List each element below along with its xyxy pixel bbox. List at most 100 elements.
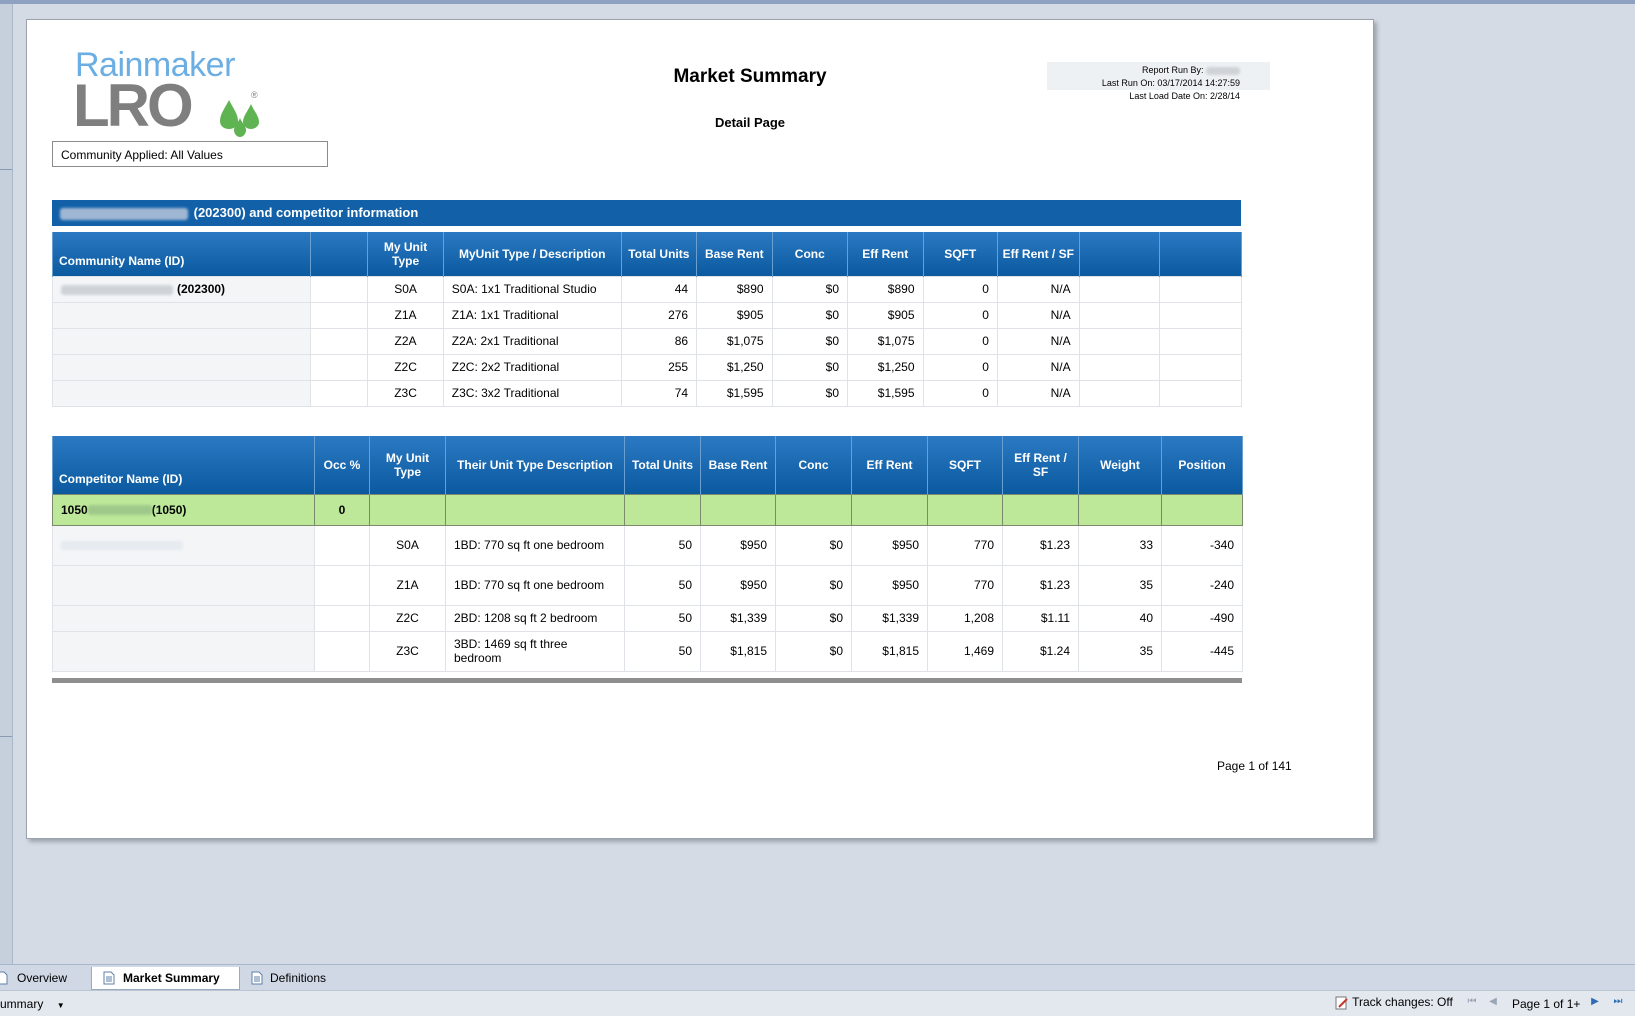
tab-market-summary[interactable]: Market Summary bbox=[91, 967, 240, 990]
tab-overview[interactable]: Overview bbox=[0, 967, 88, 989]
table-cell: S0A bbox=[367, 275, 444, 303]
table-cell: Z2A: 2x1 Traditional bbox=[442, 327, 622, 355]
table-cell: Z2A bbox=[367, 327, 444, 355]
competitor-table-header: Competitor Name (ID) Occ % My Unit Type … bbox=[52, 436, 1243, 494]
table-cell bbox=[310, 353, 369, 381]
run-by-label: Report Run By: bbox=[1141, 65, 1204, 75]
occ-value: 0 bbox=[314, 493, 370, 526]
report-subtitle: Detail Page bbox=[714, 115, 786, 130]
table-cell: Z1A bbox=[369, 564, 446, 606]
table-cell: $905 bbox=[696, 301, 773, 329]
page-icon bbox=[0, 971, 8, 985]
water-drops-icon bbox=[220, 100, 259, 137]
competitor-table: Competitor Name (ID) Occ % My Unit Type … bbox=[52, 436, 1243, 672]
table-cell: 33 bbox=[1078, 524, 1162, 566]
tab-definitions[interactable]: Definitions bbox=[242, 967, 342, 989]
table-cell: $905 bbox=[847, 301, 924, 329]
competitor-name-cell[interactable]: 1050 (1050) bbox=[52, 493, 315, 526]
table-cell bbox=[369, 493, 446, 526]
table-cell bbox=[775, 493, 852, 526]
table-cell bbox=[314, 630, 370, 672]
community-table: Community Name (ID) My Unit Type MyUnit … bbox=[51, 232, 1242, 407]
report-page: Rainmaker LRO ® Market Summary Detail Pa… bbox=[26, 19, 1374, 839]
table-cell bbox=[52, 630, 315, 672]
next-page-icon[interactable]: ▶ bbox=[1589, 995, 1601, 1009]
table-cell: -340 bbox=[1161, 524, 1243, 566]
table-cell bbox=[1159, 275, 1242, 303]
table-cell: Z2C bbox=[367, 353, 444, 381]
table-cell: 35 bbox=[1078, 564, 1162, 606]
table-cell: Z2C: 2x2 Traditional bbox=[442, 353, 622, 381]
table-cell: $1.23 bbox=[1002, 564, 1079, 606]
table-cell: $0 bbox=[771, 301, 849, 329]
table-cell: $1.23 bbox=[1002, 524, 1079, 566]
table-cell bbox=[1078, 353, 1161, 381]
table-cell bbox=[1161, 493, 1243, 526]
top-strip bbox=[0, 0, 1635, 4]
col-unit-description: MyUnit Type / Description bbox=[442, 232, 622, 276]
table-cell: 1BD: 770 sq ft one bedroom bbox=[445, 564, 625, 606]
first-page-icon[interactable]: ⏮ bbox=[1466, 995, 1478, 1009]
col-eff-rent-sf: Eff Rent / SF bbox=[996, 232, 1080, 276]
col-conc: Conc bbox=[771, 232, 849, 276]
col-eff-rent-sf: Eff Rent / SF bbox=[1002, 436, 1079, 494]
table-cell bbox=[1002, 493, 1079, 526]
col-base-rent: Base Rent bbox=[696, 232, 773, 276]
table-cell: 0 bbox=[922, 327, 998, 355]
col-sqft: SQFT bbox=[922, 232, 998, 276]
chevron-down-icon: ▼ bbox=[56, 1001, 65, 1010]
table-cell: Z3C: 3x2 Traditional bbox=[442, 379, 622, 407]
report-title: Market Summary bbox=[673, 66, 827, 87]
table-cell: 0 bbox=[922, 275, 998, 303]
competitor-name-redacted bbox=[61, 541, 183, 551]
col-my-unit-type: My Unit Type bbox=[369, 436, 446, 494]
table-row: Z1A Z1A: 1x1 Traditional 276 $905 $0 $90… bbox=[51, 301, 1242, 329]
table-cell: N/A bbox=[996, 327, 1080, 355]
logo-text-bottom: LRO bbox=[73, 72, 194, 139]
table-cell bbox=[1159, 379, 1242, 407]
table-cell: 0 bbox=[922, 301, 998, 329]
table-cell bbox=[1078, 379, 1161, 407]
previous-page-icon[interactable]: ◀ bbox=[1487, 995, 1499, 1009]
table-cell: $0 bbox=[775, 604, 852, 632]
last-page-icon[interactable]: ⏭ bbox=[1612, 995, 1624, 1009]
left-pane-mark bbox=[0, 736, 12, 737]
table-cell: 1BD: 770 sq ft one bedroom bbox=[445, 524, 625, 566]
col-their-unit-description: Their Unit Type Description bbox=[445, 436, 625, 494]
left-pane-edge[interactable] bbox=[0, 4, 13, 964]
table-cell bbox=[445, 493, 625, 526]
table-cell: 40 bbox=[1078, 604, 1162, 632]
table-cell: $0 bbox=[771, 353, 849, 381]
table-cell bbox=[52, 564, 315, 606]
table-cell: $0 bbox=[775, 524, 852, 566]
table-cell: $950 bbox=[851, 524, 928, 566]
table-row: Z3C Z3C: 3x2 Traditional 74 $1,595 $0 $1… bbox=[51, 379, 1242, 407]
view-selector-label: ummary bbox=[0, 997, 44, 1011]
table-cell bbox=[1078, 327, 1161, 355]
table-cell bbox=[51, 379, 312, 407]
community-name-cell: (202300) bbox=[51, 275, 312, 303]
col-position: Position bbox=[1161, 436, 1243, 494]
col-community-name: Community Name (ID) bbox=[51, 232, 312, 276]
competitor-id-prefix: 1050 bbox=[61, 502, 88, 517]
table-row: Z1A 1BD: 770 sq ft one bedroom 50 $950 $… bbox=[52, 564, 1243, 606]
view-selector[interactable]: ummary ▼ bbox=[0, 997, 65, 1011]
table-cell: N/A bbox=[996, 379, 1080, 407]
table-cell: $1,595 bbox=[847, 379, 924, 407]
table-row: Z3C 3BD: 1469 sq ft three bedroom 50 $1,… bbox=[52, 630, 1243, 672]
competitor-group-row[interactable]: 1050 (1050) 0 bbox=[52, 493, 1243, 526]
col-occ: Occ % bbox=[314, 436, 370, 494]
table-cell: $1.11 bbox=[1002, 604, 1079, 632]
table-cell: 276 bbox=[620, 301, 698, 329]
last-run: Last Run On: 03/17/2014 14:27:59 bbox=[1101, 78, 1240, 88]
track-changes-status[interactable]: Track changes: Off bbox=[1335, 995, 1453, 1010]
col-base-rent: Base Rent bbox=[700, 436, 776, 494]
table-cell: Z1A: 1x1 Traditional bbox=[442, 301, 622, 329]
last-load-date: Last Load Date On: 2/28/14 bbox=[1129, 91, 1240, 101]
tab-label: Definitions bbox=[270, 971, 327, 985]
table-cell: $0 bbox=[771, 327, 849, 355]
community-filter: Community Applied: All Values bbox=[52, 141, 328, 167]
run-by-line: Report Run By: bbox=[1142, 65, 1240, 75]
col-eff-rent: Eff Rent bbox=[851, 436, 928, 494]
competitor-id-suffix: (1050) bbox=[151, 502, 187, 517]
